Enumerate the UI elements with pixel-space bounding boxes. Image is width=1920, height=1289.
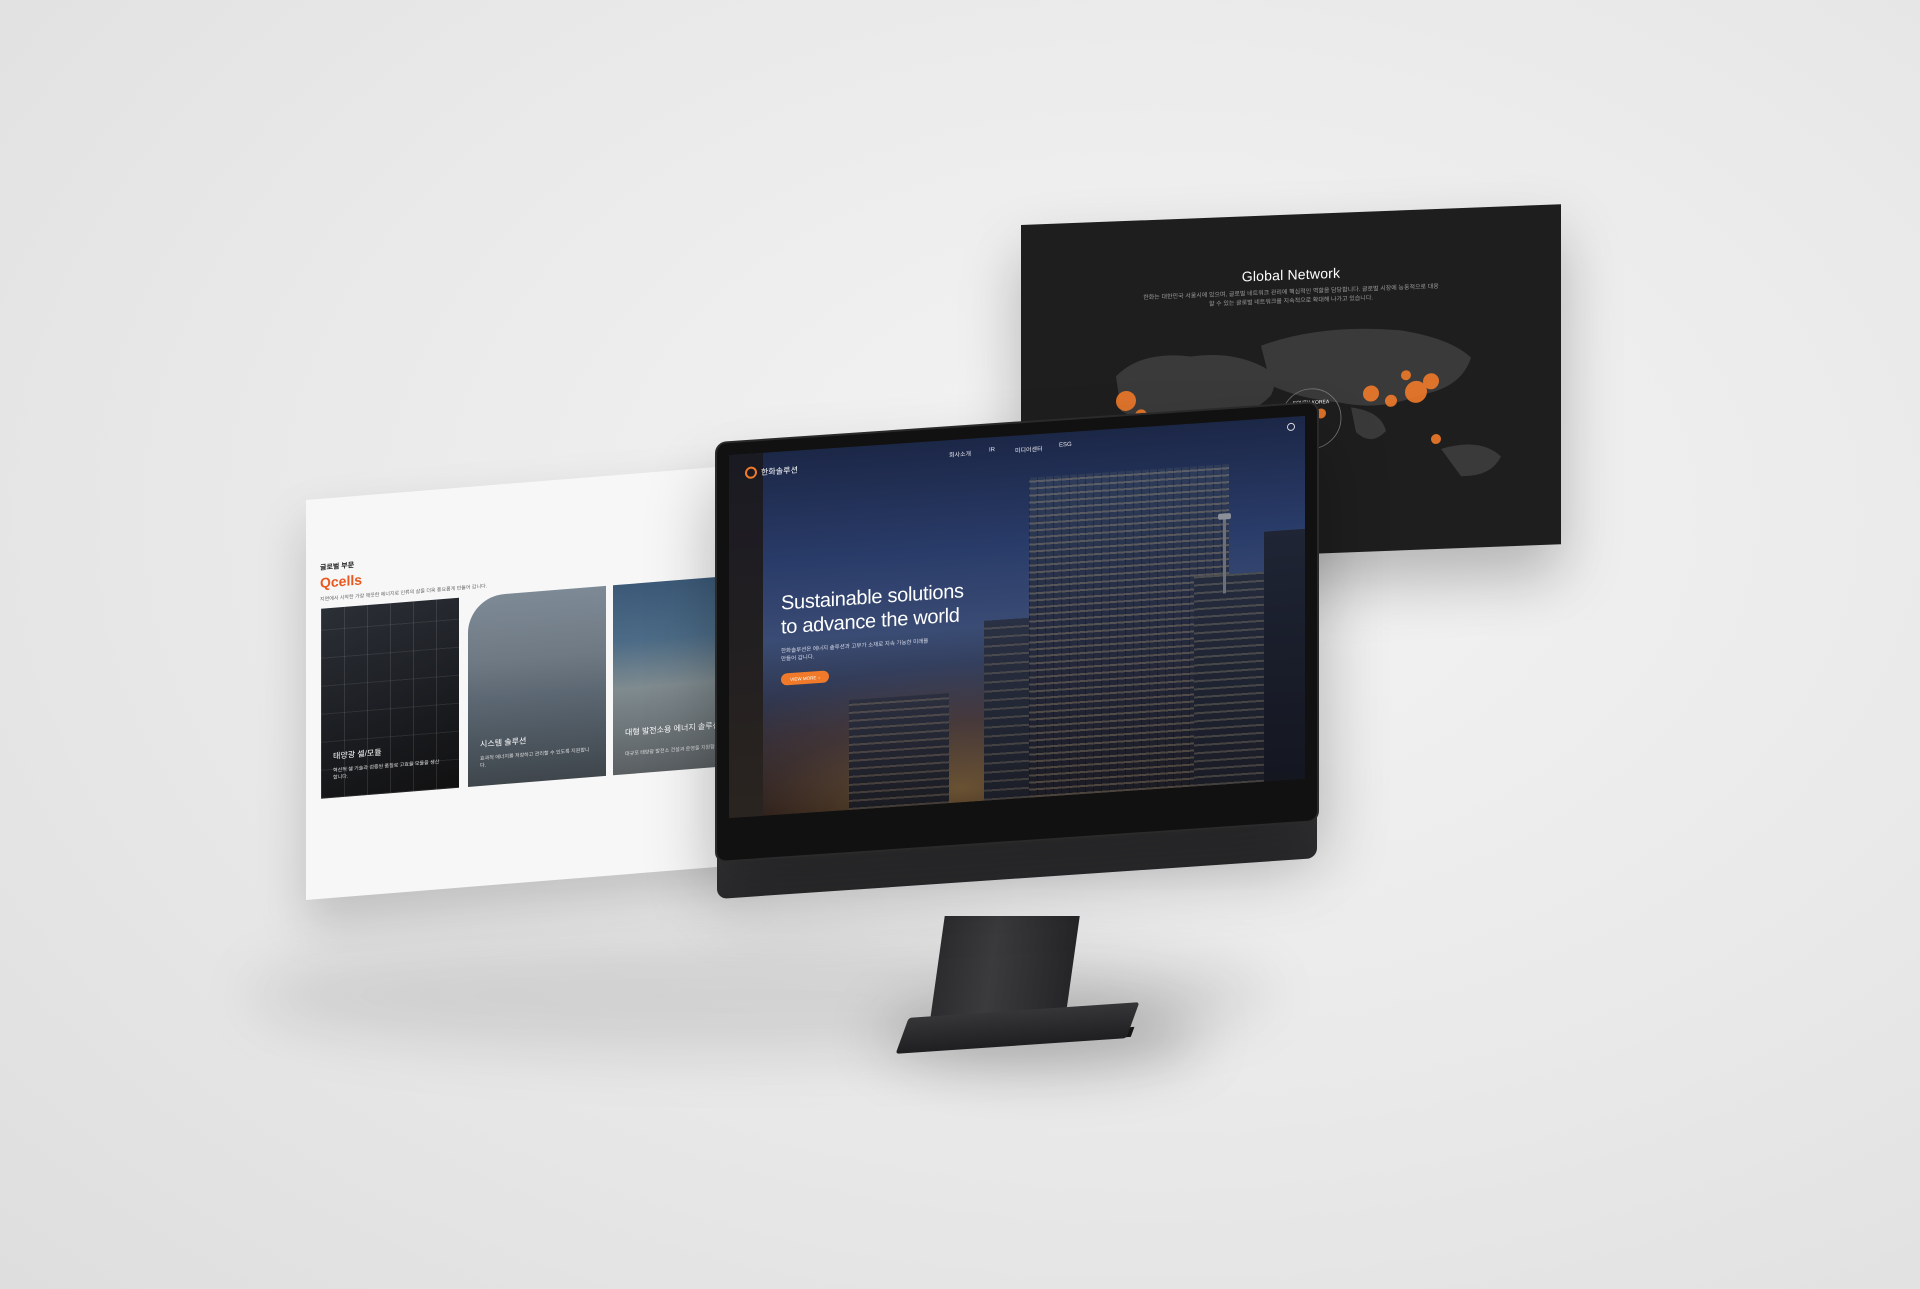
search-icon[interactable] <box>1287 422 1295 432</box>
monitor-bezel: 한화솔루션 회사소개 IR 미디어센터 ESG Sustainable solu… <box>717 403 1317 861</box>
mockup-scene: Global Network 한화는 대한민국 서울시에 있으며, 글로벌 네트… <box>0 0 1920 1289</box>
qcells-panel: 글로벌 부문 Qcells 지면에서 시작한 가장 깨끗한 에너지로 인류의 삶… <box>306 464 751 900</box>
nav-item-ir[interactable]: IR <box>989 447 995 453</box>
card-solar-module[interactable]: 태양광 셀/모듈 혁신적 셀 기술과 검증된 품질로 고효율 모듈을 생산합니다… <box>321 597 459 799</box>
n-seoul-tower-image <box>1223 513 1226 594</box>
building-image <box>1264 528 1305 782</box>
section-label: 글로벌 부문 <box>320 562 355 572</box>
nav-item-media[interactable]: 미디어센터 <box>1015 444 1043 455</box>
building-image <box>849 693 949 811</box>
view-more-label: VIEW MORE <box>790 674 817 682</box>
nav-item-about[interactable]: 회사소개 <box>949 449 971 460</box>
logo-text: 한화솔루션 <box>761 464 798 477</box>
hanwha-logo-icon <box>745 466 757 480</box>
website-screen: 한화솔루션 회사소개 IR 미디어센터 ESG Sustainable solu… <box>729 415 1305 819</box>
card-system-solution[interactable]: 시스템 솔루션 효과적 에너지를 저장하고 관리할 수 있도록 지원합니다. <box>468 585 606 787</box>
building-image <box>1194 571 1264 787</box>
card-title: 대형 발전소용 에너지 솔루션 <box>625 720 720 738</box>
card-title: 시스템 솔루션 <box>480 736 527 750</box>
arrow-right-icon: › <box>818 674 820 680</box>
nav-item-esg[interactable]: ESG <box>1059 442 1072 449</box>
hero-description: 한화솔루션은 에너지 솔루션과 고부가 소재로 지속 가능한 미래를 만들어 갑… <box>781 638 929 663</box>
building-image <box>984 617 1034 801</box>
building-image <box>729 452 763 819</box>
network-title: Global Network <box>1241 264 1341 285</box>
site-logo[interactable]: 한화솔루션 <box>745 463 798 480</box>
card-text: 효과적 에너지를 저장하고 관리할 수 있도록 지원합니다. <box>480 747 590 770</box>
desktop-monitor: 한화솔루션 회사소개 IR 미디어센터 ESG Sustainable solu… <box>717 403 1317 964</box>
qcells-logo: Qcells <box>320 571 363 591</box>
